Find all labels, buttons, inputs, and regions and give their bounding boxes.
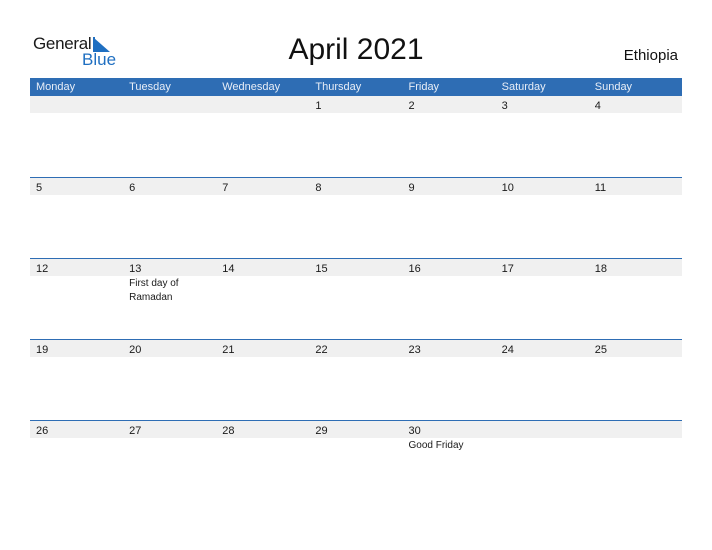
day-cell: 22	[309, 340, 402, 357]
week-row: 1 2 3 4	[30, 96, 682, 177]
day-cell: 21	[216, 340, 309, 357]
day-cell: 15	[309, 259, 402, 276]
weekday-tuesday: Tuesday	[129, 81, 171, 93]
day-cell: 6	[123, 178, 216, 195]
day-cell: 10	[496, 178, 589, 195]
day-number: 13	[129, 263, 142, 275]
weekday-thursday: Thursday	[315, 81, 362, 93]
day-number: 23	[408, 344, 421, 356]
day-number: 17	[501, 263, 514, 275]
day-number: 7	[222, 182, 229, 194]
day-cell: 23	[403, 340, 496, 357]
day-number: 18	[594, 263, 607, 275]
day-number: 28	[222, 425, 235, 437]
day-cell: 18	[589, 259, 682, 276]
holiday-event: First day of Ramadan	[129, 278, 179, 303]
weekday-wednesday: Wednesday	[222, 81, 281, 93]
day-cell: 12	[30, 259, 123, 276]
week-row: 5 6 7 8 9 10 11	[30, 177, 682, 258]
weekday-sunday: Sunday	[594, 81, 633, 93]
date-strip: 5 6 7 8 9 10 11	[30, 178, 682, 195]
day-number: 27	[129, 425, 142, 437]
day-number: 9	[408, 182, 415, 194]
day-number: 24	[501, 344, 514, 356]
day-cell: 24	[496, 340, 589, 357]
day-number: 15	[315, 263, 328, 275]
day-cell: 20	[123, 340, 216, 357]
day-cell	[496, 421, 589, 438]
week-row: 19 20 21 22 23 24 25	[30, 339, 682, 420]
day-cell: 7	[216, 178, 309, 195]
day-cell: 9	[403, 178, 496, 195]
day-cell	[30, 96, 123, 113]
date-strip: 26 27 28 29 30 Good Friday	[30, 421, 682, 451]
day-cell: 13 First day of Ramadan	[123, 259, 216, 303]
day-cell: 5	[30, 178, 123, 195]
day-cell: 26	[30, 421, 123, 438]
weekday-header: Monday Tuesday Wednesday Thursday Friday Satu…	[30, 78, 682, 96]
week-row: 26 27 28 29 30 Good Friday	[30, 420, 682, 501]
day-number: 29	[315, 425, 328, 437]
day-number: 10	[501, 182, 514, 194]
weekday-saturday: Saturday	[501, 81, 546, 93]
day-number: 21	[222, 344, 235, 356]
day-cell: 19	[30, 340, 123, 357]
day-number: 16	[408, 263, 421, 275]
weekday-friday: Friday	[408, 81, 440, 93]
week-row: 12 13 First day of Ramadan 14 15 16 17 18	[30, 258, 682, 339]
day-number: 1	[315, 100, 322, 112]
day-number: 19	[36, 344, 49, 356]
day-cell: 29	[309, 421, 402, 438]
date-strip: 19 20 21 22 23 24 25	[30, 340, 682, 357]
calendar-title: April 2021	[288, 33, 424, 66]
weekday-monday: Monday	[36, 81, 76, 93]
day-cell: 16	[403, 259, 496, 276]
country-label: Ethiopia	[623, 47, 678, 64]
day-cell: 1	[309, 96, 402, 113]
day-cell: 2	[403, 96, 496, 113]
day-number: 2	[408, 100, 415, 112]
day-cell	[589, 421, 682, 438]
day-number: 14	[222, 263, 235, 275]
day-number: 6	[129, 182, 136, 194]
day-cell: 17	[496, 259, 589, 276]
day-number: 25	[594, 344, 607, 356]
day-cell: 14	[216, 259, 309, 276]
day-number: 30	[408, 425, 421, 437]
calendar-grid: Monday Tuesday Wednesday Thursday Friday Satu…	[30, 78, 682, 501]
day-cell: 4	[589, 96, 682, 113]
day-cell: 8	[309, 178, 402, 195]
day-number: 3	[501, 100, 508, 112]
day-cell: 11	[589, 178, 682, 195]
date-strip: 1 2 3 4	[30, 96, 682, 113]
day-number: 11	[594, 182, 607, 194]
day-number: 20	[129, 344, 142, 356]
day-cell: 3	[496, 96, 589, 113]
day-number: 12	[36, 263, 49, 275]
date-strip: 12 13 First day of Ramadan 14 15 16 17 18	[30, 259, 682, 303]
holiday-event: Good Friday	[408, 440, 464, 451]
day-number: 4	[594, 100, 601, 112]
day-number: 5	[36, 182, 43, 194]
day-cell: 30 Good Friday	[403, 421, 496, 451]
day-number: 26	[36, 425, 49, 437]
day-number: 8	[315, 182, 322, 194]
day-cell	[216, 96, 309, 113]
day-cell: 25	[589, 340, 682, 357]
day-cell: 28	[216, 421, 309, 438]
day-cell	[123, 96, 216, 113]
day-number: 22	[315, 344, 328, 356]
day-cell: 27	[123, 421, 216, 438]
